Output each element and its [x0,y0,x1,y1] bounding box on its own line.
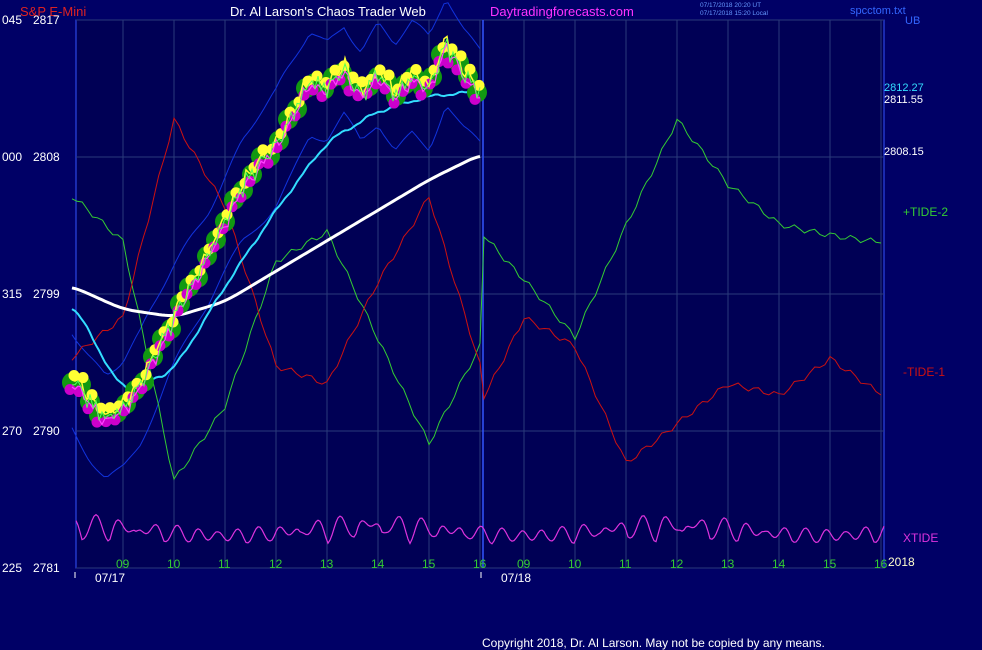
x-date-label: 07/17 [95,571,125,585]
price-low-dot [415,89,427,101]
x-hour-label: 11 [619,557,632,571]
tide-chart: S&P E-Mini Dr. Al Larson's Chaos Trader … [0,0,982,650]
x-hour-label: 14 [371,557,385,571]
tide-minus-label: -TIDE-1 [903,365,945,379]
ma-slow-label: 2808.15 [884,146,924,158]
y-tick-code: 225 [2,561,22,575]
x-hour-label: 12 [670,557,684,571]
timestamp-local: 07/17/2018 15:20 Local [700,10,769,17]
x-hour-label: 13 [320,557,334,571]
corner-link[interactable]: spcctom.txt [850,5,906,17]
corner-code: UB [905,15,920,27]
price-low-dot [469,93,481,105]
y-tick-label: 2781 [33,561,60,575]
x-hour-label: 13 [721,557,735,571]
x-hour-label: 16 [874,557,888,571]
x-hour-label: 12 [269,557,283,571]
x-hour-label: 09 [116,557,130,571]
site-link[interactable]: Daytradingforecasts.com [490,4,634,19]
x-hour-label: 14 [772,557,786,571]
year-label: 2018 [888,555,915,569]
x-date-label: 07/18 [501,571,531,585]
y-tick-label: 2808 [33,150,60,164]
x-hour-label: 15 [823,557,837,571]
x-hour-label: 11 [218,557,231,571]
x-hour-label: 10 [568,557,582,571]
price-label-white: 2811.55 [884,94,923,106]
x-hour-label: 09 [517,557,531,571]
timestamp-ut: 07/17/2018 20:20 UT [700,2,761,9]
y-tick-label: 2817 [33,13,60,27]
xtide-label: XTIDE [903,531,938,545]
y-tick-code: 045 [2,13,22,27]
x-hour-label: 10 [167,557,181,571]
y-tick-code: 000 [2,150,22,164]
price-high-dot [77,372,89,384]
y-tick-label: 2790 [33,424,60,438]
copyright-text: Copyright 2018, Dr. Al Larson. May not b… [482,636,825,650]
site-title: Dr. Al Larson's Chaos Trader Web [230,4,426,19]
tide-plus-label: +TIDE-2 [903,205,948,219]
x-hour-label: 15 [422,557,436,571]
x-hour-label: 16 [473,557,487,571]
price-label-cyan: 2812.27 [884,82,924,94]
y-tick-code: 315 [2,287,22,301]
y-tick-label: 2799 [33,287,60,301]
y-tick-code: 270 [2,424,22,438]
